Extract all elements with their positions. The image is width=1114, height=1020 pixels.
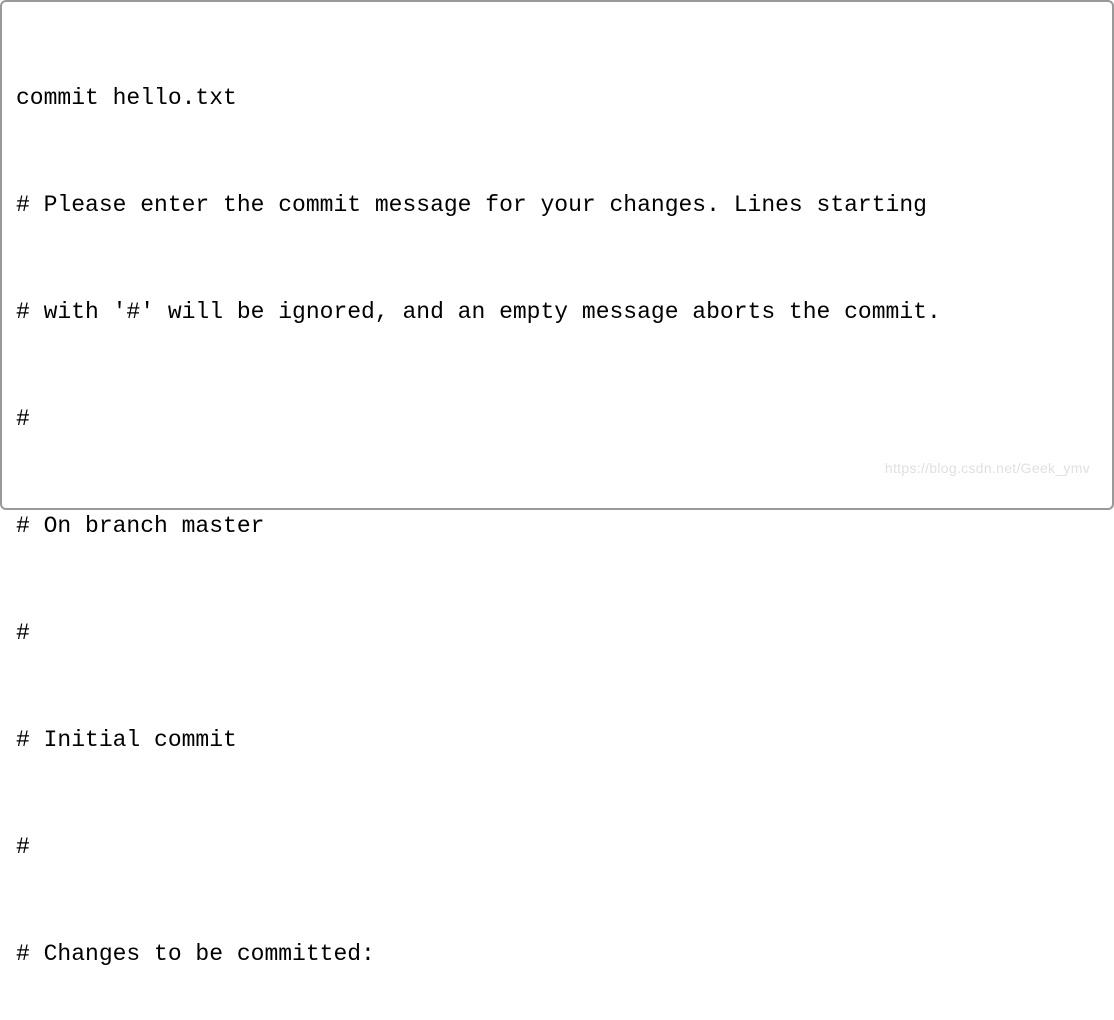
comment-line: # Please enter the commit message for yo… [16, 188, 1098, 224]
comment-line: # Initial commit [16, 723, 1098, 759]
comment-line: # On branch master [16, 509, 1098, 545]
comment-line: # [16, 616, 1098, 652]
commit-message-line[interactable]: commit hello.txt [16, 81, 1098, 117]
commit-editor[interactable]: commit hello.txt # Please enter the comm… [16, 10, 1098, 1020]
comment-line: # [16, 830, 1098, 866]
comment-line: # Changes to be committed: [16, 937, 1098, 973]
comment-line: # with '#' will be ignored, and an empty… [16, 295, 1098, 331]
comment-line: # [16, 402, 1098, 438]
watermark-text: https://blog.csdn.net/Geek_ymv [885, 458, 1090, 480]
